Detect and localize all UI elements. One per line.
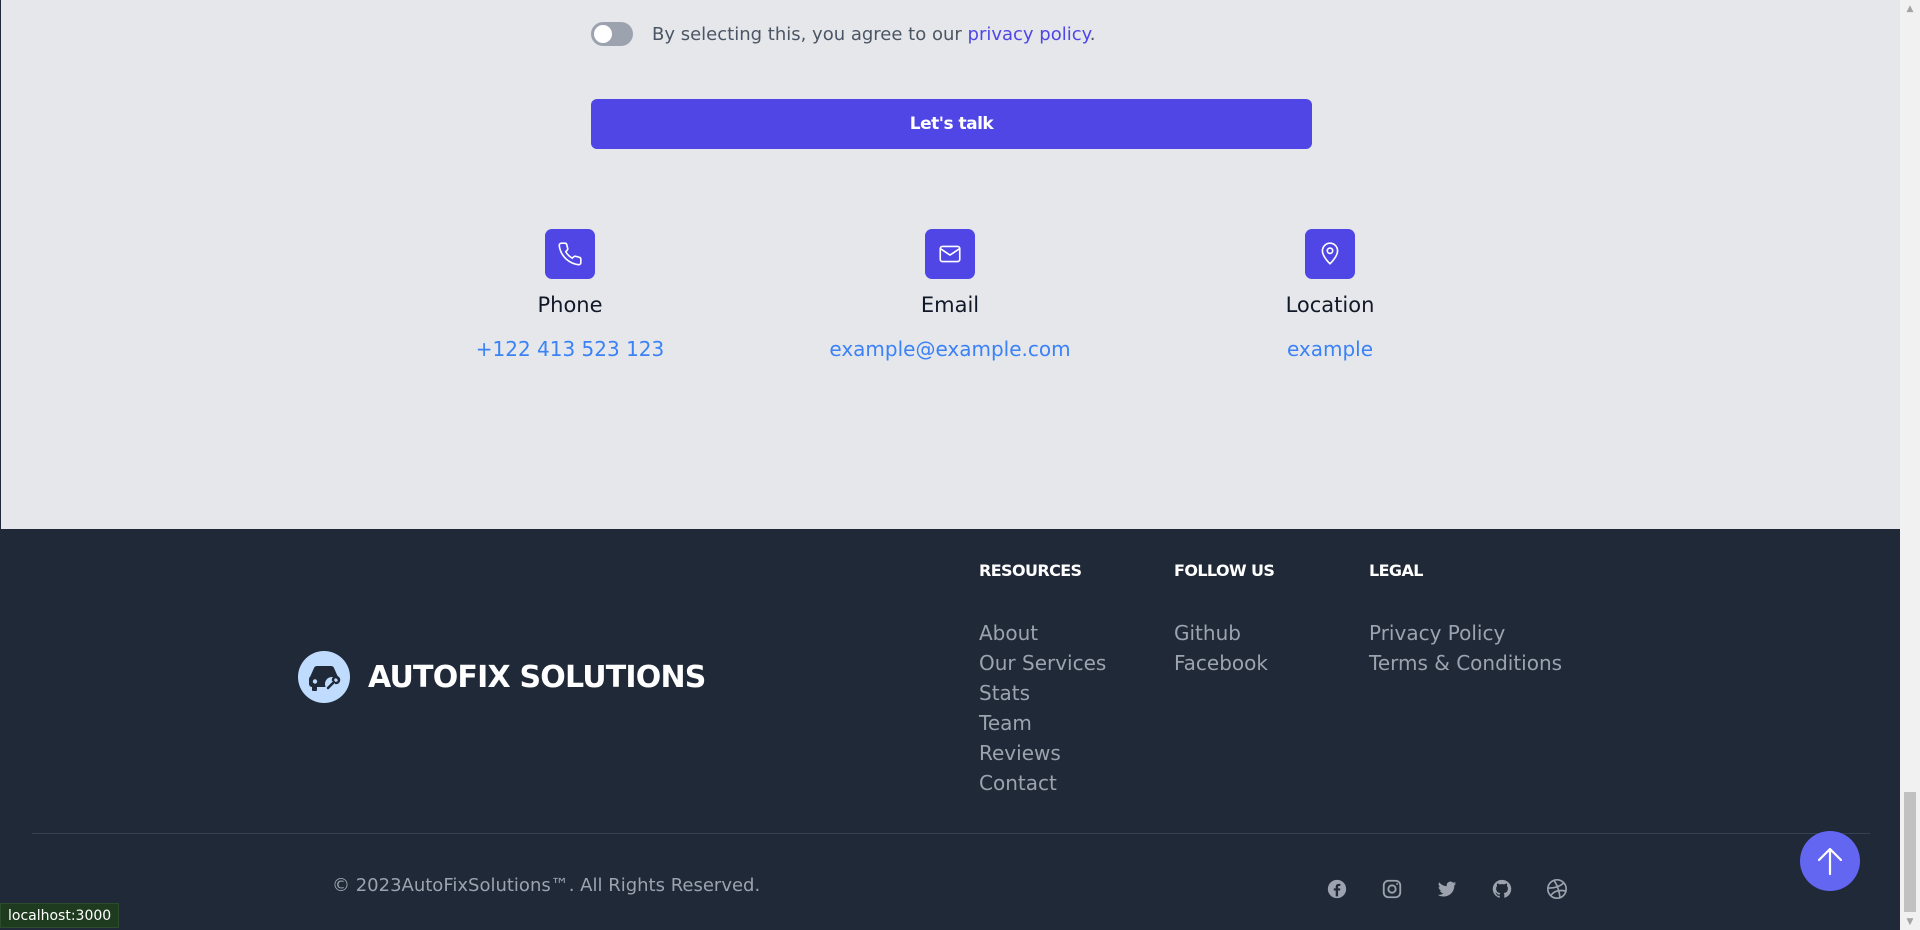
scroll-to-top-button[interactable] bbox=[1800, 831, 1860, 891]
brand[interactable]: AUTOFIX SOLUTIONS bbox=[298, 651, 706, 703]
footer-link-stats[interactable]: Stats bbox=[979, 678, 1106, 708]
car-wrench-icon bbox=[298, 651, 350, 703]
location-title: Location bbox=[1285, 293, 1375, 317]
email-title: Email bbox=[920, 293, 980, 317]
footer: AUTOFIX SOLUTIONS RESOURCES About Our Se… bbox=[0, 529, 1900, 930]
footer-link-our-services[interactable]: Our Services bbox=[979, 648, 1106, 678]
resources-column: RESOURCES About Our Services Stats Team … bbox=[979, 561, 1106, 798]
follow-us-heading: FOLLOW US bbox=[1174, 561, 1275, 580]
scrollbar-thumb[interactable] bbox=[1904, 792, 1916, 912]
footer-link-about[interactable]: About bbox=[979, 618, 1106, 648]
consent-text: By selecting this, you agree to our priv… bbox=[652, 24, 1095, 45]
footer-link-reviews[interactable]: Reviews bbox=[979, 738, 1106, 768]
email-card: Email example@example.com bbox=[800, 229, 1100, 361]
footer-link-team[interactable]: Team bbox=[979, 708, 1106, 738]
location-link[interactable]: example bbox=[1287, 337, 1373, 361]
scroll-up-arrow-icon[interactable]: ▲ bbox=[1900, 0, 1920, 17]
link-status-tooltip: localhost:3000 bbox=[0, 903, 120, 928]
privacy-policy-link[interactable]: privacy policy bbox=[968, 24, 1090, 45]
lets-talk-button[interactable]: Let's talk bbox=[591, 99, 1312, 149]
copyright: © 2023AutoFixSolutions™. All Rights Rese… bbox=[332, 875, 761, 896]
phone-title: Phone bbox=[537, 293, 603, 317]
facebook-icon[interactable] bbox=[1325, 877, 1349, 901]
toggle-knob bbox=[594, 25, 612, 43]
scroll-down-arrow-icon[interactable]: ▼ bbox=[1900, 913, 1920, 930]
social-links bbox=[1325, 877, 1600, 901]
contact-section: By selecting this, you agree to our priv… bbox=[1, 0, 1900, 529]
dribbble-icon[interactable] bbox=[1545, 877, 1569, 901]
legal-list: Privacy Policy Terms & Conditions bbox=[1369, 618, 1562, 678]
privacy-consent: By selecting this, you agree to our priv… bbox=[591, 22, 1095, 46]
resources-heading: RESOURCES bbox=[979, 561, 1082, 580]
footer-link-github[interactable]: Github bbox=[1174, 618, 1274, 648]
resources-list: About Our Services Stats Team Reviews Co… bbox=[979, 618, 1106, 798]
footer-link-privacy-policy[interactable]: Privacy Policy bbox=[1369, 618, 1562, 648]
brand-name: AUTOFIX SOLUTIONS bbox=[368, 659, 706, 695]
page: By selecting this, you agree to our priv… bbox=[0, 0, 1900, 930]
vertical-scrollbar[interactable]: ▲ ▼ bbox=[1900, 0, 1920, 930]
legal-column: LEGAL Privacy Policy Terms & Conditions bbox=[1369, 561, 1562, 678]
location-card: Location example bbox=[1180, 229, 1480, 361]
footer-link-terms[interactable]: Terms & Conditions bbox=[1369, 648, 1562, 678]
follow-us-list: Github Facebook bbox=[1174, 618, 1274, 678]
consent-period: . bbox=[1089, 23, 1096, 45]
instagram-icon[interactable] bbox=[1380, 877, 1404, 901]
footer-divider bbox=[32, 833, 1870, 834]
map-pin-icon bbox=[1305, 229, 1355, 279]
follow-us-column: FOLLOW US Github Facebook bbox=[1174, 561, 1275, 678]
phone-icon bbox=[545, 229, 595, 279]
twitter-icon[interactable] bbox=[1435, 877, 1459, 901]
footer-link-facebook[interactable]: Facebook bbox=[1174, 648, 1274, 678]
github-icon[interactable] bbox=[1490, 877, 1514, 901]
consent-label: By selecting this, you agree to our bbox=[652, 23, 968, 45]
legal-heading: LEGAL bbox=[1369, 561, 1423, 580]
mail-icon bbox=[925, 229, 975, 279]
phone-card: Phone +122 413 523 123 bbox=[420, 229, 720, 361]
email-link[interactable]: example@example.com bbox=[829, 337, 1070, 361]
arrow-up-icon bbox=[1817, 847, 1843, 876]
phone-link[interactable]: +122 413 523 123 bbox=[476, 337, 665, 361]
privacy-toggle[interactable] bbox=[591, 22, 633, 46]
footer-link-contact[interactable]: Contact bbox=[979, 768, 1106, 798]
